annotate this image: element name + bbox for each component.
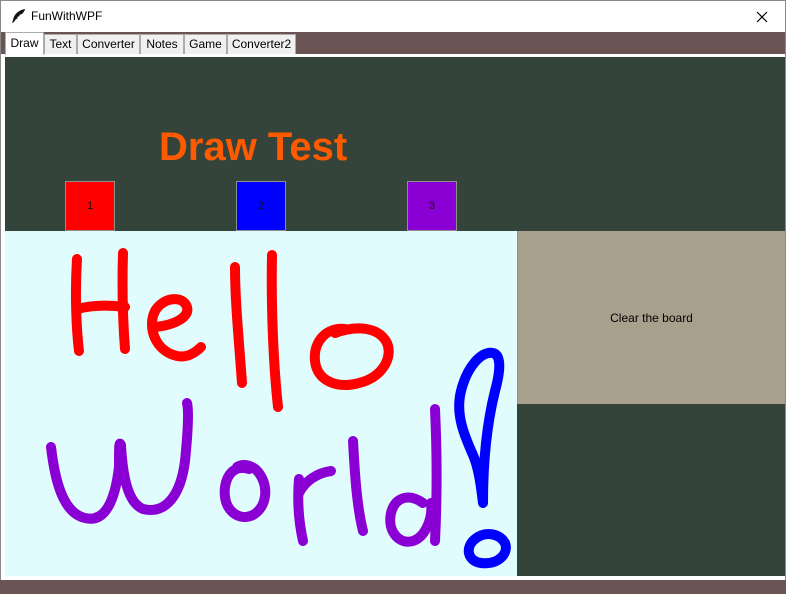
feather-icon xyxy=(12,9,25,23)
canvas-strokes xyxy=(46,248,511,569)
tab-game[interactable]: Game xyxy=(184,34,227,54)
color-button-label: 2 xyxy=(257,200,265,212)
page-title: Draw Test xyxy=(159,125,348,169)
tab-text[interactable]: Text xyxy=(44,34,77,54)
close-icon xyxy=(756,11,768,22)
tab-label: Game xyxy=(189,37,222,51)
close-button[interactable] xyxy=(739,1,785,32)
app-window: FunWithWPF Draw Text Converter Notes Gam… xyxy=(0,0,786,594)
drawing-canvas[interactable] xyxy=(5,231,517,576)
clear-board-label: Clear the board xyxy=(610,310,693,325)
tab-draw[interactable]: Draw xyxy=(5,32,44,55)
tab-label: Converter2 xyxy=(231,37,292,51)
window-title: FunWithWPF xyxy=(31,9,103,23)
exclamation-stroke xyxy=(454,347,511,569)
tab-converter2[interactable]: Converter2 xyxy=(227,34,296,54)
color-button-label: 1 xyxy=(86,200,94,212)
purple-color-button[interactable]: 3 xyxy=(407,181,457,231)
tab-label: Notes xyxy=(146,37,178,51)
tab-converter[interactable]: Converter xyxy=(77,34,140,54)
title-bar: FunWithWPF xyxy=(1,1,785,32)
tab-notes[interactable]: Notes xyxy=(140,34,184,54)
color-button-label: 3 xyxy=(428,200,436,212)
draw-panel: Draw Test 1 2 3 Clear the board xyxy=(5,57,785,576)
tab-label: Converter xyxy=(82,37,135,51)
world-stroke xyxy=(46,398,442,547)
hello-stroke xyxy=(70,248,394,412)
tab-strip: Draw Text Converter Notes Game Converter… xyxy=(1,32,785,55)
red-color-button[interactable]: 1 xyxy=(65,181,115,231)
bottom-frame xyxy=(0,580,786,594)
blue-color-button[interactable]: 2 xyxy=(236,181,286,231)
tab-label: Draw xyxy=(10,36,39,50)
tab-label: Text xyxy=(49,37,72,51)
tab-content: Draw Test 1 2 3 Clear the board xyxy=(1,54,785,581)
clear-board-button[interactable]: Clear the board xyxy=(517,231,785,404)
